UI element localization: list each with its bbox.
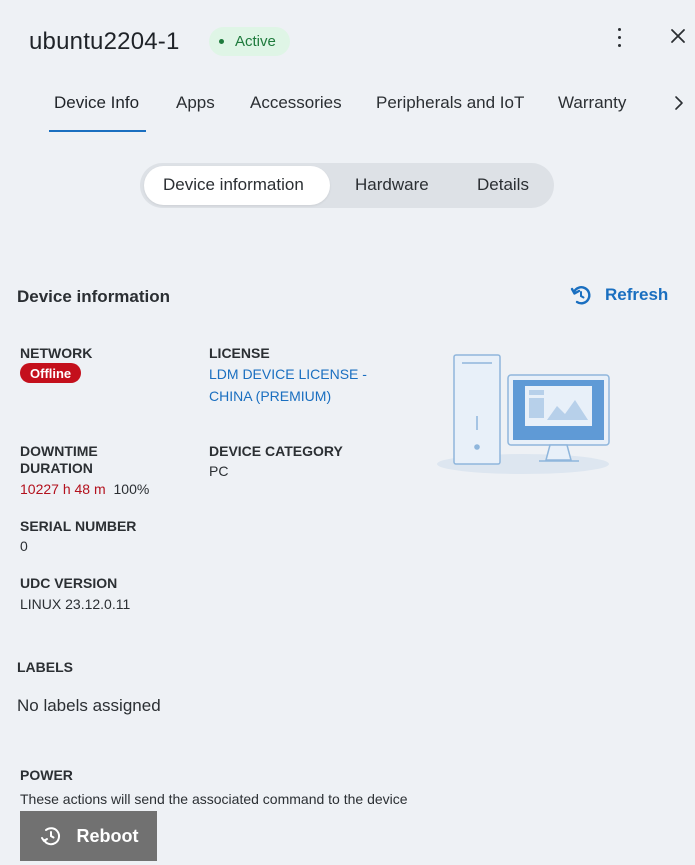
refresh-icon	[570, 286, 591, 305]
reboot-icon	[40, 827, 60, 846]
network-status-badge: Offline	[20, 363, 82, 383]
power-description: These actions will send the associated c…	[20, 791, 408, 807]
udc-version-value: LINUX 23.12.0.11	[20, 596, 131, 612]
labels-title: LABELS	[17, 659, 73, 675]
network-label: NETWORK	[20, 345, 93, 361]
downtime-label-line1: DOWNTIME	[20, 443, 98, 459]
refresh-button[interactable]: Refresh	[569, 283, 668, 307]
refresh-label: Refresh	[605, 285, 669, 304]
computer-illustration	[437, 354, 610, 474]
license-link-line1[interactable]: LDM DEVICE LICENSE -	[209, 363, 367, 385]
tab-peripherals-iot[interactable]: Peripherals and IoT	[376, 93, 524, 113]
tab-device-info[interactable]: Device Info	[54, 93, 139, 113]
device-category-value: PC	[209, 463, 229, 479]
tab-warranty[interactable]: Warranty	[558, 93, 626, 113]
status-dot-icon	[219, 39, 224, 44]
chevron-right-icon[interactable]	[673, 94, 685, 112]
udc-version-label: UDC VERSION	[20, 575, 118, 591]
power-title: POWER	[20, 767, 73, 783]
kebab-menu-icon[interactable]	[608, 24, 630, 50]
section-title: Device information	[17, 287, 171, 306]
reboot-label: Reboot	[76, 825, 139, 846]
serial-number-label: SERIAL NUMBER	[20, 518, 137, 534]
serial-number-value: 0	[20, 538, 28, 554]
close-icon[interactable]	[668, 25, 688, 47]
downtime-value: 10227 h 48 m 100%	[20, 481, 149, 497]
segment-hardware[interactable]: Hardware	[355, 175, 429, 195]
device-name: ubuntu2204-1	[29, 28, 180, 55]
segment-details[interactable]: Details	[477, 175, 529, 195]
downtime-duration: 10227 h 48 m	[20, 481, 106, 497]
reboot-button[interactable]: Reboot	[20, 811, 157, 861]
downtime-percent: 100%	[113, 481, 150, 497]
status-badge: Active	[209, 27, 290, 56]
device-category-label: DEVICE CATEGORY	[209, 443, 343, 459]
license-label: LICENSE	[209, 345, 270, 361]
tab-accessories[interactable]: Accessories	[250, 93, 342, 113]
downtime-label-line2: DURATION	[20, 460, 93, 476]
license-link-line2[interactable]: CHINA (PREMIUM)	[209, 385, 331, 407]
segment-device-information[interactable]: Device information	[163, 175, 304, 195]
tab-apps[interactable]: Apps	[176, 93, 215, 113]
status-label: Active	[235, 33, 276, 50]
active-tab-indicator	[49, 130, 146, 132]
labels-empty-text: No labels assigned	[17, 696, 161, 715]
